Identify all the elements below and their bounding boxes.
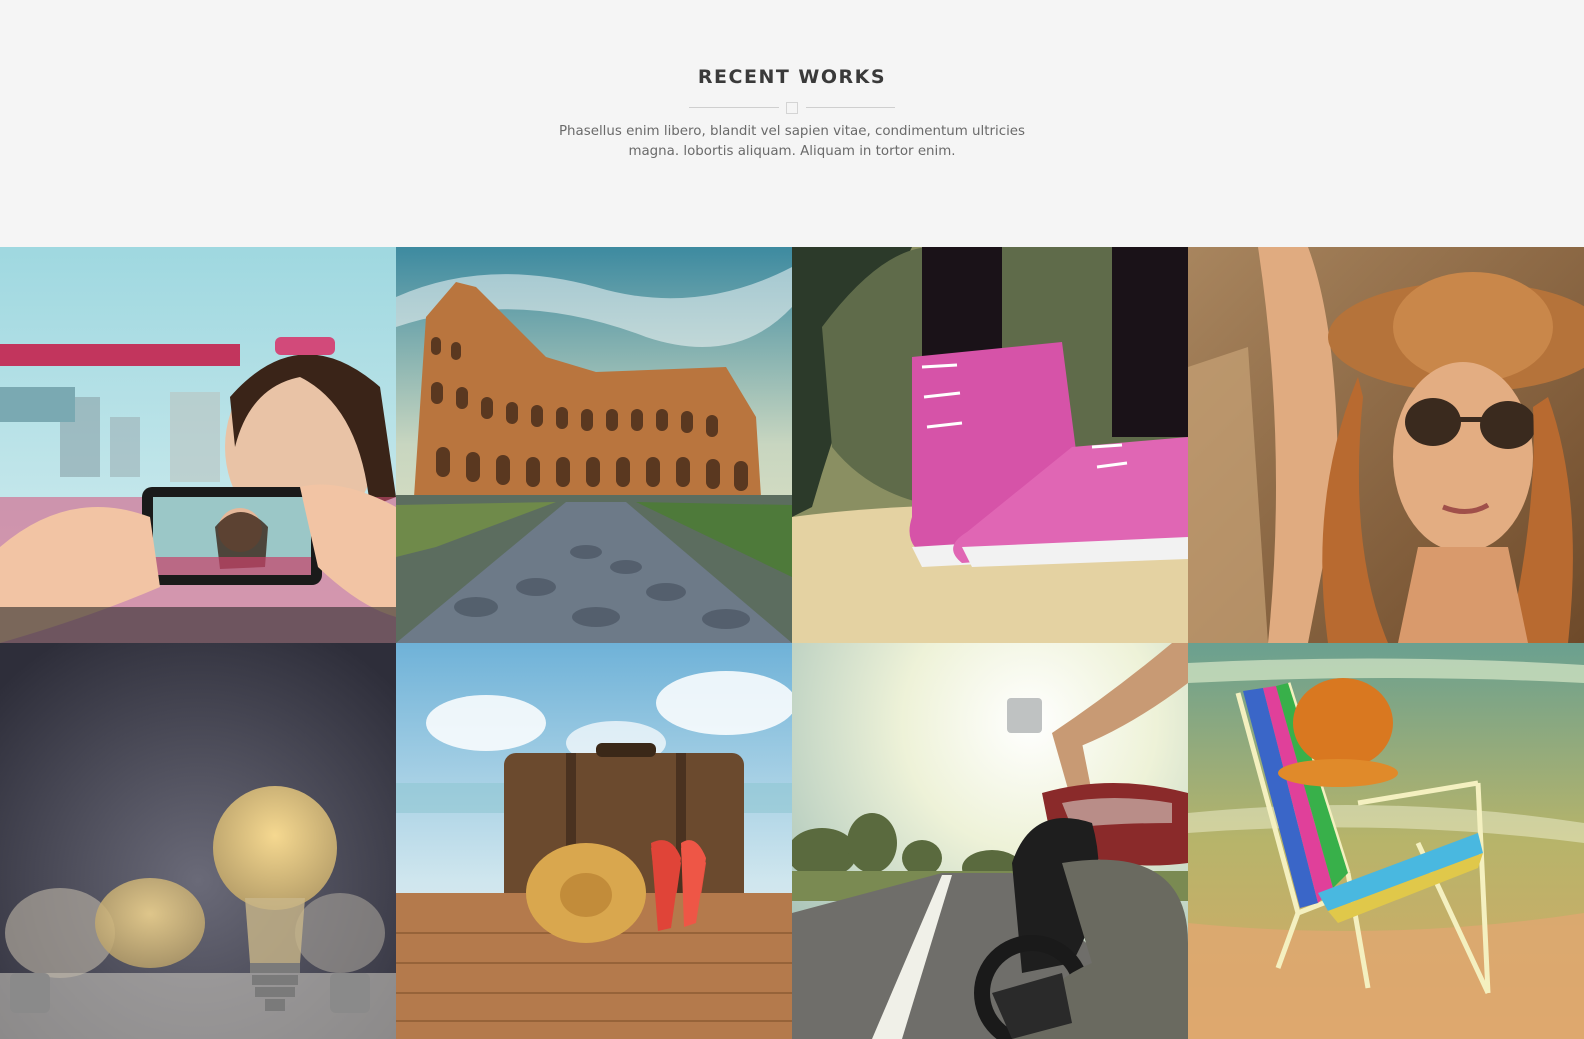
portfolio-gallery <box>0 247 1584 1039</box>
portfolio-item-motorcycle[interactable] <box>792 643 1188 1039</box>
portfolio-item-selfie[interactable] <box>0 247 396 643</box>
beach-chair-photo <box>1188 643 1584 1039</box>
colosseum-photo <box>396 247 792 643</box>
divider-square-icon <box>786 102 798 114</box>
portfolio-item-suitcase[interactable] <box>396 643 792 1039</box>
portfolio-item-sunhat[interactable] <box>1188 247 1584 643</box>
pink-sneakers-photo <box>792 247 1188 643</box>
suitcase-beach-photo <box>396 643 792 1039</box>
portfolio-item-light-bulbs[interactable] <box>0 643 396 1039</box>
selfie-phone-photo <box>0 247 396 643</box>
portfolio-item-colosseum[interactable] <box>396 247 792 643</box>
light-bulbs-photo <box>0 643 396 1039</box>
title-divider <box>689 102 895 114</box>
section-header: RECENT WORKS Phasellus enim libero, blan… <box>0 0 1584 245</box>
motorcycle-road-photo <box>792 643 1188 1039</box>
section-subtitle: Phasellus enim libero, blandit vel sapie… <box>558 124 1026 159</box>
section-title: RECENT WORKS <box>697 66 887 88</box>
portfolio-item-sneakers[interactable] <box>792 247 1188 643</box>
woman-sunhat-photo <box>1188 247 1584 643</box>
divider-line-right <box>806 107 895 108</box>
divider-line-left <box>689 107 779 108</box>
portfolio-item-beach-chair[interactable] <box>1188 643 1584 1039</box>
